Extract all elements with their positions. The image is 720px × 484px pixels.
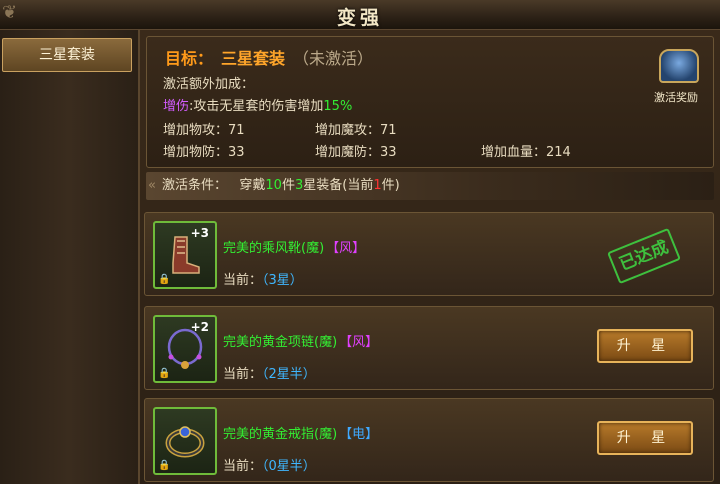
item-current: 当前：（0星半） [223,455,316,474]
item-slot[interactable]: 🔒 [153,407,217,475]
item-current: 当前：（2星半） [223,363,316,382]
item-current: 当前：（3星） [223,269,303,288]
activation-condition: « 激活条件： 穿戴10件3星装备(当前1件) [146,172,714,200]
stat-mag-def: 增加魔防：33 [315,145,397,160]
upgrade-star-button[interactable]: 升 星 [597,329,693,363]
bonus-effect-pct: 15% [323,99,353,114]
title-bar: ❦ 变强 [0,0,720,30]
treasure-chest-icon [659,49,699,83]
bonus-effect: 增伤:攻击无星套的伤害增加15% [163,95,352,114]
condition-stars: 3 [294,178,304,193]
stat-phys-def: 增加物防：33 [163,145,245,160]
main-panel: 目标： 三星套装 （未激活） 激活额外加成： 增伤:攻击无星套的伤害增加15% 增加… [140,30,720,484]
item-name-text: 完美的乘风靴(魔) [223,241,325,256]
goal-line: 目标： 三星套装 （未激活） [165,45,373,69]
condition-current: 1 [373,178,382,193]
goal-status: （未激活） [293,49,374,68]
bonus-title: 激活额外加成： [163,77,255,92]
item-name-text: 完美的黄金戒指(魔) [223,427,338,442]
reward-label: 激活奖励 [654,91,698,104]
item-element: 【风】 [326,241,366,256]
double-chevron-left-icon: « [148,178,156,193]
goal-label: 目标： [165,49,214,68]
condition-text: 穿戴 [239,178,266,193]
current-label: 当前： [223,459,263,474]
enhance-level: +3 [190,226,209,240]
item-slot[interactable]: +2 🔒 [153,315,217,383]
lock-icon: 🔒 [158,460,171,471]
condition-count: 10 [265,178,282,193]
item-name: 完美的黄金项链(魔) 【风】 [223,331,378,350]
sidebar-item-three-star-set[interactable]: 三星套装 [2,38,132,72]
sidebar: 三星套装 [0,30,140,484]
current-label: 当前： [223,273,263,288]
current-label: 当前： [223,367,263,382]
window-title: 变强 [336,7,383,29]
completed-stamp: 已达成 [607,227,681,285]
condition-text: 件 [281,178,295,193]
item-element: 【风】 [339,335,379,350]
condition-text: 星装备(当前 [303,178,374,193]
bonus-effect-text: :攻击无星套的伤害增加 [189,99,324,114]
item-name-text: 完美的黄金项链(魔) [223,335,338,350]
stat-mag-atk: 增加魔攻：71 [315,123,397,138]
current-value: （2星半） [262,367,316,382]
lock-icon: 🔒 [158,368,171,379]
stat-phys-atk: 增加物攻：71 [163,123,245,138]
enhance-level: +2 [190,320,209,334]
item-name: 完美的乘风靴(魔) 【风】 [223,237,365,256]
activation-reward-button[interactable]: 激活奖励 [653,49,705,109]
current-value: （3星） [262,273,303,288]
set-info-panel: 目标： 三星套装 （未激活） 激活额外加成： 增伤:攻击无星套的伤害增加15% 增加… [146,36,714,168]
equipment-row: +3 🔒 完美的乘风靴(魔) 【风】 当前：（3星） 已达成 [144,212,714,296]
goal-name: 三星套装 [221,49,286,68]
condition-text: 件) [381,178,400,193]
bonus-effect-tag: 增伤 [163,99,190,114]
ring-icon [165,426,205,458]
condition-label: 激活条件： [161,178,227,193]
current-value: （0星半） [262,459,316,474]
item-name: 完美的黄金戒指(魔) 【电】 [223,423,378,442]
stat-hp: 增加血量：214 [481,145,571,160]
upgrade-star-button[interactable]: 升 星 [597,421,693,455]
equipment-row: +2 🔒 完美的黄金项链(魔) 【风】 当前：（2星半） 升 星 [144,306,714,390]
equipment-row: 🔒 完美的黄金戒指(魔) 【电】 当前：（0星半） 升 星 [144,398,714,482]
lock-icon: 🔒 [158,274,171,285]
item-slot[interactable]: +3 🔒 [153,221,217,289]
item-element: 【电】 [339,427,379,442]
